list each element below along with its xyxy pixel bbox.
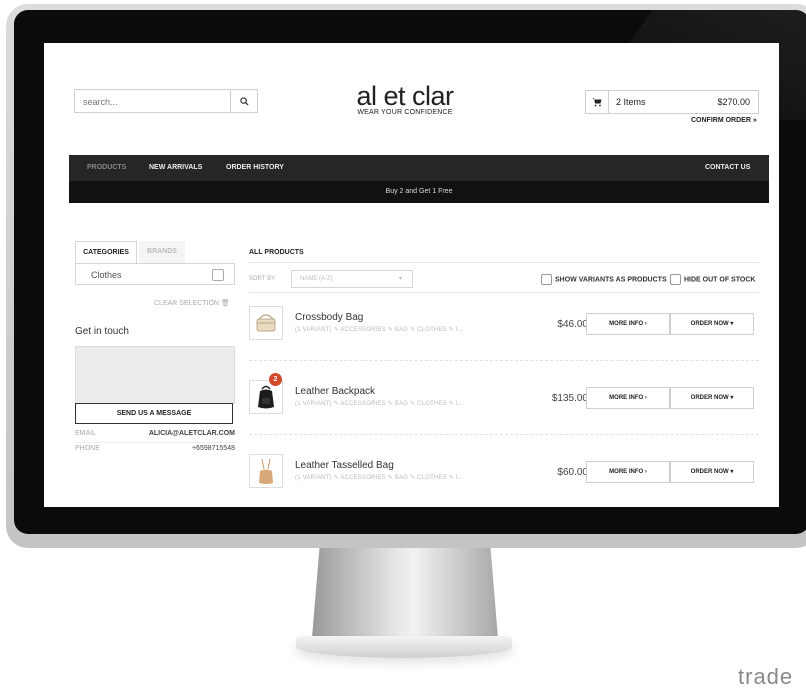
category-item-clothes[interactable]: Clothes [75, 263, 235, 285]
product-tags: (1 VARIANT) ✎ ACCESSORIES ✎ BAG ✎ CLOTHE… [295, 475, 464, 481]
cart-total: $270.00 [717, 97, 750, 107]
product-tags: (1 VARIANT) ✎ ACCESSORIES ✎ BAG ✎ CLOTHE… [295, 327, 464, 333]
monitor-base [296, 636, 512, 658]
divider [249, 360, 759, 362]
nav-products[interactable]: PRODUCTS [87, 164, 126, 171]
category-checkbox[interactable] [212, 269, 224, 281]
hide-out-of-stock-checkbox[interactable] [670, 274, 681, 285]
product-price: $60.00 [557, 467, 588, 478]
clear-selection-label: CLEAR SELECTION [154, 300, 219, 307]
message-textarea[interactable] [75, 346, 235, 404]
product-price: $135.00 [551, 393, 588, 404]
crossbody-bag-image [256, 314, 276, 332]
send-message-button[interactable]: SEND US A MESSAGE [75, 403, 233, 424]
page-title: ALL PRODUCTS [249, 249, 304, 256]
sort-select[interactable]: NAME (A-Z) ▾ [291, 270, 413, 288]
product-row: 2 Leather Backpack (1 VARIANT) ✎ ACCESSO… [249, 373, 759, 440]
email-label: EMAIL [75, 430, 97, 437]
search-input[interactable] [81, 91, 231, 113]
show-variants-toggle[interactable]: SHOW VARIANTS AS PRODUCTS [541, 274, 667, 285]
get-in-touch-heading: Get in touch [75, 326, 129, 337]
main-nav: PRODUCTS NEW ARRIVALS ORDER HISTORY CONT… [69, 155, 769, 181]
order-now-button[interactable]: ORDER NOW ▾ [670, 461, 754, 483]
order-now-button[interactable]: ORDER NOW ▾ [670, 387, 754, 409]
more-info-button[interactable]: MORE INFO › [586, 387, 670, 409]
product-name[interactable]: Leather Tasselled Bag [295, 460, 394, 471]
divider [249, 262, 759, 263]
show-variants-label: SHOW VARIANTS AS PRODUCTS [555, 276, 667, 284]
tab-brands[interactable]: BRANDS [139, 241, 185, 263]
stock-badge: 2 [269, 373, 282, 386]
more-info-button[interactable]: MORE INFO › [586, 313, 670, 335]
product-name[interactable]: Leather Backpack [295, 386, 375, 397]
nav-new-arrivals[interactable]: NEW ARRIVALS [149, 164, 202, 171]
product-price: $46.00 [557, 319, 588, 330]
more-info-button[interactable]: MORE INFO › [586, 461, 670, 483]
cart-icon-box [586, 91, 609, 113]
search-icon [239, 96, 249, 106]
tasselled-bag-image [259, 458, 273, 484]
divider [249, 434, 759, 436]
cart-item-count: 2 Items [616, 97, 646, 107]
phone-label: PHONE [75, 445, 100, 452]
category-label: Clothes [91, 270, 122, 280]
contact-phone-row: PHONE +6598715548 [75, 445, 235, 457]
show-variants-checkbox[interactable] [541, 274, 552, 285]
phone-value[interactable]: +6598715548 [192, 445, 235, 452]
leather-backpack-image [258, 385, 274, 409]
tab-categories[interactable]: CATEGORIES [75, 241, 137, 263]
monitor-bezel: al et clar WEAR YOUR CONFIDENCE 2 Items … [14, 10, 806, 534]
nav-order-history[interactable]: ORDER HISTORY [226, 164, 284, 171]
store-screen: al et clar WEAR YOUR CONFIDENCE 2 Items … [44, 43, 779, 507]
product-tags: (1 VARIANT) ✎ ACCESSORIES ✎ BAG ✎ CLOTHE… [295, 401, 464, 407]
clear-selection-link[interactable]: CLEAR SELECTION 🗑 [154, 299, 230, 307]
search-button[interactable] [230, 90, 257, 112]
corner-watermark: trade [738, 664, 794, 689]
product-row: Leather Tasselled Bag (1 VARIANT) ✎ ACCE… [249, 454, 759, 507]
divider [249, 292, 759, 293]
monitor-stand [312, 548, 498, 638]
product-thumbnail[interactable] [249, 454, 283, 488]
confirm-order-link[interactable]: CONFIRM ORDER » [691, 117, 757, 124]
cart-icon [592, 98, 602, 107]
hide-out-of-stock-label: HIDE OUT OF STOCK [684, 276, 756, 284]
store-logo[interactable]: al et clar WEAR YOUR CONFIDENCE [320, 81, 490, 117]
search-box [74, 89, 258, 113]
product-name[interactable]: Crossbody Bag [295, 312, 363, 323]
sort-value: NAME (A-Z) [300, 276, 333, 282]
chevron-down-icon: ▾ [398, 276, 402, 282]
logo-tagline: WEAR YOUR CONFIDENCE [357, 109, 453, 116]
hide-out-of-stock-toggle[interactable]: HIDE OUT OF STOCK [670, 274, 755, 285]
email-value[interactable]: ALICIA@ALETCLAR.COM [149, 430, 235, 437]
product-row: Crossbody Bag (1 VARIANT) ✎ ACCESSORIES … [249, 306, 759, 366]
cart-summary[interactable]: 2 Items $270.00 [585, 90, 759, 114]
sort-label: SORT BY [249, 276, 276, 282]
nav-contact-us[interactable]: CONTACT US [705, 164, 750, 171]
promo-banner: Buy 2 and Get 1 Free [69, 181, 769, 203]
product-thumbnail[interactable] [249, 306, 283, 340]
trash-icon: 🗑 [220, 300, 230, 307]
contact-email-row: EMAIL ALICIA@ALETCLAR.COM [75, 430, 235, 443]
logo-wordmark: al et clar [356, 81, 454, 111]
order-now-button[interactable]: ORDER NOW ▾ [670, 313, 754, 335]
